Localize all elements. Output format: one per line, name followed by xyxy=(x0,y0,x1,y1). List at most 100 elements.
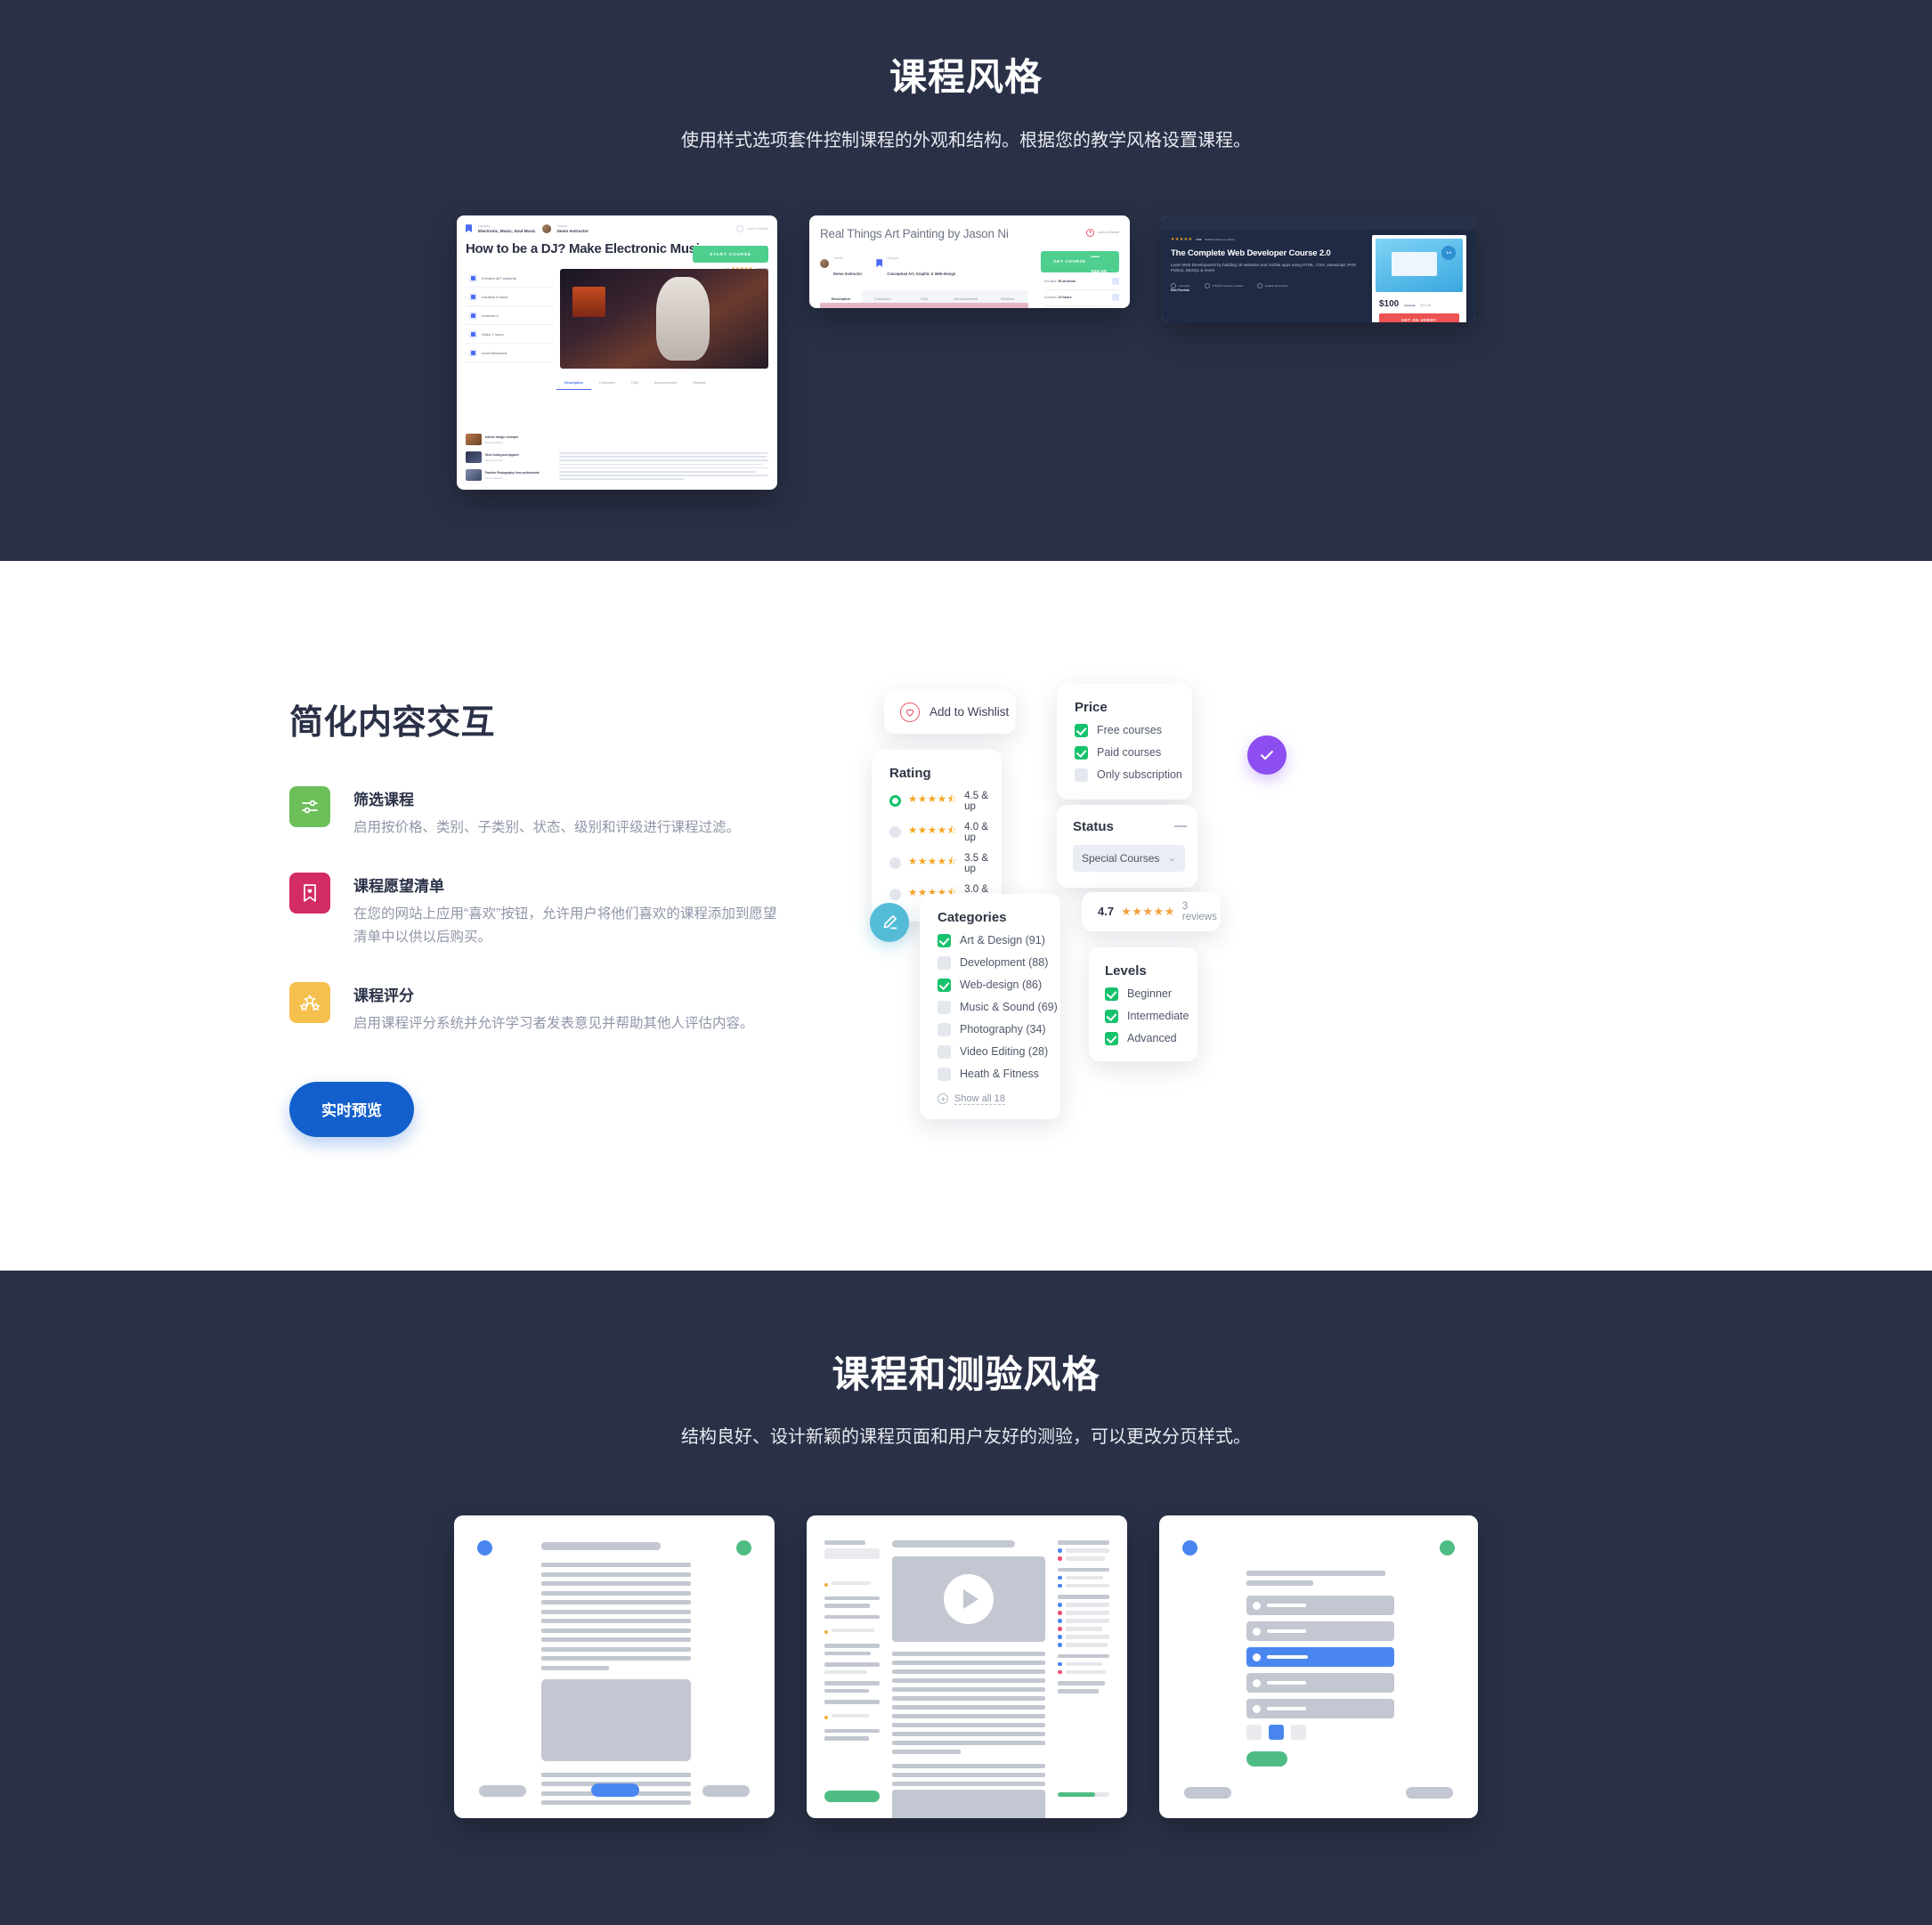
checkbox-icon[interactable] xyxy=(1105,1031,1118,1045)
tab-curriculum[interactable]: Curriculum xyxy=(591,377,623,390)
checkbox-icon[interactable] xyxy=(1075,745,1088,759)
level-option[interactable]: Advanced xyxy=(1105,1031,1197,1045)
instructor-avatar xyxy=(541,223,551,233)
side-title-0: Interior design concepts xyxy=(485,435,519,439)
list-item[interactable]: Fashion Photography from professional Dem… xyxy=(466,467,553,484)
dj-wishlist-button[interactable]: Add to Wishlist xyxy=(736,224,768,232)
art-price-old: $49.99 xyxy=(1091,254,1100,258)
category-option[interactable]: Web-design (86) xyxy=(938,978,1060,992)
art-painting-screenshot[interactable]: Real Things Art Painting by Jason Ni Add… xyxy=(809,215,1130,308)
level-option[interactable]: Intermediate xyxy=(1105,1009,1197,1023)
blue-dot-icon xyxy=(477,1540,492,1556)
quiz-options xyxy=(1246,1596,1394,1725)
video-player[interactable] xyxy=(892,1556,1045,1643)
price-option[interactable]: Paid courses xyxy=(1075,745,1192,759)
rating-option[interactable]: ★★★★⯪ 4.0 & up xyxy=(889,822,1002,843)
play-icon[interactable] xyxy=(944,1574,994,1625)
levels-filter-title: Levels xyxy=(1105,962,1147,979)
next-button[interactable] xyxy=(1406,1787,1453,1799)
lesson-text-wireframe[interactable] xyxy=(454,1515,775,1819)
quiz-option[interactable] xyxy=(1246,1596,1394,1616)
udemy-language-value: English [Auto] More xyxy=(1265,284,1289,288)
quiz-wireframe[interactable] xyxy=(1159,1515,1478,1819)
category-option[interactable]: Development (88) xyxy=(938,955,1060,970)
placeholder-image xyxy=(892,1790,1045,1819)
checkbox-icon[interactable] xyxy=(1075,723,1088,737)
checkbox-icon[interactable] xyxy=(938,933,951,947)
checkbox-icon[interactable] xyxy=(938,1022,951,1036)
quiz-option-selected[interactable] xyxy=(1246,1647,1394,1668)
radio-icon[interactable] xyxy=(1253,1601,1261,1610)
checkbox-icon[interactable] xyxy=(1075,768,1088,782)
art-wishlist-button[interactable]: Add to Wishlist xyxy=(1086,228,1119,237)
quiz-question xyxy=(1246,1571,1385,1590)
radio-icon[interactable] xyxy=(889,826,901,839)
show-all-categories-link[interactable]: Show all 18 xyxy=(938,1093,1060,1105)
get-course-label: GET COURSE xyxy=(1053,259,1086,264)
quiz-option[interactable] xyxy=(1246,1621,1394,1642)
level-option-label: Intermediate xyxy=(1127,1010,1189,1023)
get-on-udemy-button[interactable]: GET ON UDEMY xyxy=(1379,313,1459,322)
checkbox-icon[interactable] xyxy=(938,1067,951,1081)
search-field[interactable] xyxy=(824,1547,880,1559)
list-item xyxy=(1058,1611,1110,1615)
collapse-icon[interactable] xyxy=(1174,825,1187,827)
quiz-option[interactable] xyxy=(1246,1673,1394,1694)
radio-icon[interactable] xyxy=(889,795,901,808)
page-3[interactable] xyxy=(1291,1725,1306,1741)
prev-button[interactable] xyxy=(1184,1787,1231,1799)
checkbox-icon[interactable] xyxy=(938,978,951,992)
tab-description[interactable]: Description xyxy=(556,377,591,391)
category-option[interactable]: Heath & Fitness xyxy=(938,1067,1060,1081)
page-1[interactable] xyxy=(1246,1725,1262,1741)
start-course-button[interactable]: START COURSE xyxy=(693,245,768,263)
course-thumb xyxy=(466,469,482,482)
category-option[interactable]: Art & Design (91) xyxy=(938,933,1060,947)
list-item[interactable]: Web Coding and Apparel Demo Instructor xyxy=(466,449,553,467)
web-developer-screenshot[interactable]: ★★★★★ 4.52 52453 reviews on Udemy The Co… xyxy=(1162,215,1475,322)
rating-option[interactable]: ★★★★⯪ 3.5 & up xyxy=(889,853,1002,874)
radio-icon[interactable] xyxy=(1253,1678,1261,1687)
complete-lesson-button[interactable] xyxy=(824,1791,880,1803)
get-course-button[interactable]: GET COURSE $49.99 $44.99 xyxy=(1041,250,1119,275)
dj-tabs[interactable]: Description Curriculum FAQ Announcement … xyxy=(457,369,777,391)
submit-quiz-button[interactable] xyxy=(1246,1751,1287,1767)
checkbox-icon[interactable] xyxy=(1105,1009,1118,1023)
rating-option[interactable]: ★★★★⯪ 4.5 & up xyxy=(889,791,1002,812)
price-option[interactable]: Free courses xyxy=(1075,723,1192,737)
complete-button[interactable] xyxy=(591,1783,639,1798)
tab-announcement[interactable]: Announcement xyxy=(646,377,686,390)
page-2-current[interactable] xyxy=(1269,1725,1284,1741)
list-item[interactable]: Interior design concepts Demo Instructor xyxy=(466,431,553,449)
radio-icon[interactable] xyxy=(889,857,901,870)
prev-button[interactable] xyxy=(479,1785,526,1798)
tab-faq[interactable]: FAQ xyxy=(623,377,646,390)
radio-icon[interactable] xyxy=(889,889,901,901)
checkbox-icon[interactable] xyxy=(1105,987,1118,1001)
dj-category-label: Category xyxy=(478,223,491,228)
live-preview-button[interactable]: 实时预览 xyxy=(289,1081,414,1137)
tab-reviews[interactable]: Reviews xyxy=(685,377,713,390)
quiz-option[interactable] xyxy=(1246,1699,1394,1719)
lesson-video-wireframe[interactable] xyxy=(807,1515,1127,1819)
status-select[interactable]: Special Courses ⌄ xyxy=(1073,844,1185,872)
category-option-label: Art & Design (91) xyxy=(960,934,1045,947)
category-option[interactable]: Photography (34) xyxy=(938,1022,1060,1036)
quiz-pagination[interactable] xyxy=(1246,1725,1306,1741)
level-option[interactable]: Beginner xyxy=(1105,987,1197,1001)
checkbox-icon[interactable] xyxy=(938,1000,951,1014)
category-option[interactable]: Video Editing (28) xyxy=(938,1044,1060,1059)
price-option[interactable]: Only subscription xyxy=(1075,768,1192,782)
add-to-wishlist-card[interactable]: Add to Wishlist xyxy=(884,690,1016,734)
udemy-discount: 50% off xyxy=(1420,303,1431,307)
checkbox-icon[interactable] xyxy=(938,1044,951,1059)
dj-course-screenshot[interactable]: Category Electronic, Music, Soul Music T… xyxy=(457,215,777,490)
radio-icon[interactable] xyxy=(1253,1653,1261,1661)
checkbox-icon[interactable] xyxy=(938,955,951,970)
radio-icon[interactable] xyxy=(1253,1627,1261,1636)
edit-badge xyxy=(870,902,909,942)
category-option[interactable]: Music & Sound (69) xyxy=(938,1000,1060,1014)
radio-icon[interactable] xyxy=(1253,1704,1261,1713)
next-button[interactable] xyxy=(702,1785,750,1798)
art-meta-k-1: Duration: xyxy=(1044,296,1058,300)
